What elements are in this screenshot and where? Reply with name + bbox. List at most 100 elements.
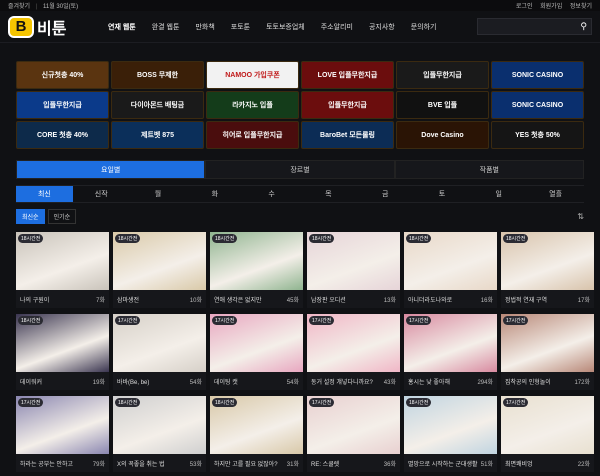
webtoon-card[interactable]: 18시간전 아니더라도나와로 16화 (404, 232, 497, 308)
search-input[interactable]: ⚲ (477, 18, 592, 35)
webtoon-title[interactable]: 데이워커 (20, 377, 42, 386)
ad-banner[interactable]: LOVE 입플무한지급 (301, 61, 394, 89)
webtoon-thumbnail[interactable]: 18시간전 (501, 232, 594, 290)
webtoon-thumbnail[interactable]: 17시간전 (16, 396, 109, 454)
webtoon-card[interactable]: 18시간전 연애 생각은 없지만 45화 (210, 232, 303, 308)
webtoon-thumbnail[interactable]: 17시간전 (210, 314, 303, 372)
webtoon-thumbnail[interactable]: 18시간전 (113, 232, 206, 290)
webtoon-thumbnail[interactable]: 17시간전 (501, 396, 594, 454)
webtoon-title[interactable]: 멸망으로 시작하는 군대생활 (408, 459, 478, 468)
webtoon-title[interactable]: 삼마생전 (117, 295, 139, 304)
day-tab-wed[interactable]: 수 (243, 186, 300, 202)
webtoon-title[interactable]: X의 꼭좋을 취는 법 (117, 459, 165, 468)
webtoon-thumbnail[interactable]: 17시간전 (307, 314, 400, 372)
webtoon-card[interactable]: 17시간전 하라는 공부는 안하고 79화 (16, 396, 109, 472)
webtoon-card[interactable]: 18시간전 데이워커 19화 (16, 314, 109, 390)
ad-banner[interactable]: Dove Casino (396, 121, 489, 149)
webtoon-title[interactable]: 바바(Be, be) (117, 377, 149, 386)
ad-banner[interactable]: SONIC CASINO (491, 61, 584, 89)
webtoon-thumbnail[interactable]: 18시간전 (404, 232, 497, 290)
webtoon-title[interactable]: RE: 스쿨렛 (311, 459, 339, 468)
webtoon-title[interactable]: 정법적 연재 구역 (505, 295, 547, 304)
webtoon-title[interactable]: 아니더라도나와로 (408, 295, 452, 304)
webtoon-title[interactable]: 남장판 오디션 (311, 295, 346, 304)
webtoon-card[interactable]: 17시간전 동거 설정 걔넣다니까요? 43화 (307, 314, 400, 390)
menu-completed-webtoon[interactable]: 완결 웹툰 (144, 22, 188, 32)
ad-banner[interactable]: BVE 입플 (396, 91, 489, 119)
webtoon-thumbnail[interactable]: 18시간전 (307, 232, 400, 290)
webtoon-card[interactable]: 17시간전 집착공의 인형놀이 172화 (501, 314, 594, 390)
webtoon-thumbnail[interactable]: 18시간전 (16, 314, 109, 372)
webtoon-card[interactable]: 17시간전 RE: 스쿨렛 36화 (307, 396, 400, 472)
webtoon-card[interactable]: 17시간전 최면쾌비엉 22화 (501, 396, 594, 472)
ad-banner[interactable]: 신규첫충 40% (16, 61, 109, 89)
ad-banner[interactable]: 제트벳 875 (111, 121, 204, 149)
webtoon-card[interactable]: 18시간전 남장판 오디션 13화 (307, 232, 400, 308)
webtoon-thumbnail[interactable]: 17시간전 (501, 314, 594, 372)
webtoon-title[interactable]: 연애 생각은 없지만 (214, 295, 262, 304)
day-tab-sun[interactable]: 일 (470, 186, 527, 202)
webtoon-thumbnail[interactable]: 18시간전 (16, 232, 109, 290)
webtoon-card[interactable]: 18시간전 멸망으로 시작하는 군대생활 51화 (404, 396, 497, 472)
tab-by-title[interactable]: 작품별 (394, 160, 584, 179)
ad-banner[interactable]: YES 첫충 50% (491, 121, 584, 149)
webtoon-card[interactable]: 17시간전 바바(Be, be) 54화 (113, 314, 206, 390)
webtoon-card[interactable]: 18시간전 하지만 고를 필요 없잖아? 31화 (210, 396, 303, 472)
ad-banner[interactable]: 입플무한지급 (396, 61, 489, 89)
webtoon-title[interactable]: 최면쾌비엉 (505, 459, 533, 468)
webtoon-thumbnail[interactable]: 18시간전 (113, 396, 206, 454)
tab-by-genre[interactable]: 장르별 (205, 160, 395, 179)
ad-banner[interactable]: NAMOO 가입쿠폰 (206, 61, 299, 89)
site-logo[interactable]: B 비툰 (8, 15, 100, 39)
day-tab-mon[interactable]: 월 (130, 186, 187, 202)
search-icon[interactable]: ⚲ (580, 21, 587, 32)
webtoon-thumbnail[interactable]: 18시간전 (210, 232, 303, 290)
ad-banner[interactable]: 다이아몬드 배팅금 (111, 91, 204, 119)
menu-comics[interactable]: 만화책 (187, 22, 222, 32)
day-tab-latest[interactable]: 최신 (16, 186, 73, 202)
webtoon-card[interactable]: 18시간전 삼마생전 10화 (113, 232, 206, 308)
webtoon-thumbnail[interactable]: 17시간전 (404, 314, 497, 372)
webtoon-title[interactable]: 데이팅 캣 (214, 377, 238, 386)
webtoon-thumbnail[interactable]: 17시간전 (113, 314, 206, 372)
menu-inquiry[interactable]: 문의하기 (403, 22, 445, 32)
day-tab-fri[interactable]: 금 (357, 186, 414, 202)
sort-popular-button[interactable]: 인기순 (47, 209, 77, 224)
webtoon-title[interactable]: 하지만 고를 필요 없잖아? (214, 459, 278, 468)
webtoon-title[interactable]: 하라는 공부는 안하고 (20, 459, 73, 468)
menu-phototoon[interactable]: 포토툰 (223, 22, 258, 32)
ad-banner[interactable]: BaroBet 모든롤링 (301, 121, 394, 149)
day-tab-new[interactable]: 신작 (73, 186, 130, 202)
webtoon-thumbnail[interactable]: 18시간전 (404, 396, 497, 454)
webtoon-card[interactable]: 18시간전 정법적 연재 구역 17화 (501, 232, 594, 308)
webtoon-title[interactable]: 동거 설정 걔넣다니까요? (311, 377, 373, 386)
menu-notice[interactable]: 공지사항 (361, 22, 403, 32)
find-info-link[interactable]: 정보찾기 (570, 4, 592, 10)
webtoon-title[interactable]: 나의 구원이 (20, 295, 49, 304)
webtoon-title[interactable]: 홍시는 낮 좋아해 (408, 377, 450, 386)
menu-serial-webtoon[interactable]: 연재 웹툰 (100, 22, 144, 32)
ad-banner[interactable]: SONIC CASINO (491, 91, 584, 119)
webtoon-title[interactable]: 집착공의 인형놀이 (505, 377, 551, 386)
webtoon-thumbnail[interactable]: 18시간전 (210, 396, 303, 454)
menu-toto[interactable]: 토토보증업체 (258, 22, 313, 32)
ad-banner[interactable]: 입플무한지급 (16, 91, 109, 119)
ad-banner[interactable]: 입플무한지급 (301, 91, 394, 119)
ad-banner[interactable]: BOSS 무제한 (111, 61, 204, 89)
sort-latest-button[interactable]: 최신순 (16, 209, 45, 224)
menu-address[interactable]: 주소알리미 (313, 22, 361, 32)
day-tab-thu[interactable]: 목 (300, 186, 357, 202)
tab-by-day[interactable]: 요일별 (16, 160, 206, 179)
day-tab-ten-days[interactable]: 열흘 (527, 186, 584, 202)
sort-order-icon[interactable]: ⇅ (577, 212, 584, 221)
webtoon-card[interactable]: 17시간전 홍시는 낮 좋아해 294화 (404, 314, 497, 390)
ad-banner[interactable]: CORE 첫충 40% (16, 121, 109, 149)
webtoon-thumbnail[interactable]: 17시간전 (307, 396, 400, 454)
login-link[interactable]: 로그인 (516, 4, 533, 10)
webtoon-card[interactable]: 18시간전 나의 구원이 7화 (16, 232, 109, 308)
ad-banner[interactable]: 히어로 입플무한지급 (206, 121, 299, 149)
bookmark-link[interactable]: 즐겨찾기 (8, 4, 30, 10)
ad-banner[interactable]: 라카지노 입플 (206, 91, 299, 119)
webtoon-card[interactable]: 17시간전 데이팅 캣 54화 (210, 314, 303, 390)
day-tab-sat[interactable]: 토 (414, 186, 471, 202)
